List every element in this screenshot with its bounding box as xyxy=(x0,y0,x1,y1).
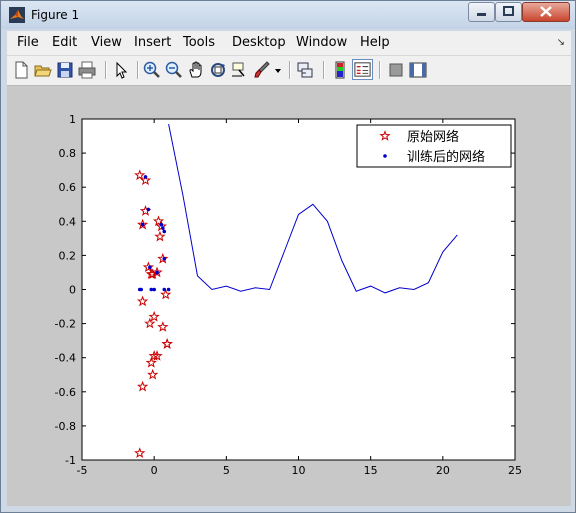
save-icon[interactable] xyxy=(55,60,75,80)
toolbar-separator xyxy=(379,61,381,79)
dock-arrow-icon[interactable]: ↘ xyxy=(557,37,565,48)
trained-network-point xyxy=(162,257,167,261)
print-icon[interactable] xyxy=(77,60,97,80)
y-tick-label: 1 xyxy=(69,113,76,126)
y-tick-label: -0.2 xyxy=(55,318,76,331)
y-tick-label: 0.2 xyxy=(59,249,77,262)
legend-marker xyxy=(383,154,387,158)
edit-plot-arrow-icon[interactable] xyxy=(111,60,131,80)
maximize-icon xyxy=(503,6,514,16)
trained-network-point xyxy=(155,270,159,275)
plot-axes xyxy=(81,118,516,461)
x-tick-label: -5 xyxy=(77,464,88,477)
menu-view[interactable]: View xyxy=(91,35,122,50)
y-tick-label: 0 xyxy=(69,284,76,297)
show-plot-tools-icon[interactable] xyxy=(408,60,428,80)
zoom-in-icon[interactable] xyxy=(142,60,162,80)
scatter-plot[interactable]: -5 0 5 10 15 20 25 -1 -0.8 -0.6 -0.4 -0.2 0 0.2 0.4 0.6… xyxy=(7,86,571,506)
x-tick-label: 5 xyxy=(223,464,230,477)
x-tick-label: 15 xyxy=(364,464,378,477)
new-figure-icon[interactable] xyxy=(11,60,31,80)
close-icon xyxy=(540,6,552,17)
x-tick-label: 10 xyxy=(292,464,306,477)
trained-network-point xyxy=(162,287,167,292)
insert-legend-icon[interactable] xyxy=(352,59,373,80)
toolbar-separator xyxy=(323,61,325,79)
figure-window: Figure 1 File Edit View Insert Tools Des… xyxy=(0,0,576,513)
menu-help[interactable]: Help xyxy=(360,35,390,50)
toolbar-separator xyxy=(289,61,291,79)
y-tick-label: -1 xyxy=(65,454,76,467)
figure-toolbar xyxy=(7,56,571,86)
menu-tools[interactable]: Tools xyxy=(183,35,215,50)
trained-network-point xyxy=(162,229,167,234)
y-tick-label: 0.4 xyxy=(59,215,77,228)
trained-network-point xyxy=(143,175,148,179)
zoom-out-icon[interactable] xyxy=(164,60,184,80)
open-file-icon[interactable] xyxy=(33,60,53,80)
menu-edit[interactable]: Edit xyxy=(52,35,77,50)
minimize-button[interactable] xyxy=(468,2,495,22)
figure-canvas[interactable]: -5 0 5 10 15 20 25 -1 -0.8 -0.6 -0.4 -0.2 0 0.2 0.4 0.6… xyxy=(7,86,571,506)
rotate-3d-icon[interactable] xyxy=(208,60,228,80)
pan-hand-icon[interactable] xyxy=(186,60,206,80)
minimize-icon xyxy=(477,13,486,16)
title-bar[interactable]: Figure 1 xyxy=(1,1,575,29)
y-tick-label: -0.6 xyxy=(55,386,76,399)
trained-network-point xyxy=(139,287,143,292)
matlab-logo-icon xyxy=(9,7,25,23)
hide-plot-tools-icon[interactable] xyxy=(386,60,406,80)
y-tick-label: -0.4 xyxy=(55,352,76,365)
toolbar-separator xyxy=(137,61,139,79)
menu-window[interactable]: Window xyxy=(296,35,347,50)
trained-network-point xyxy=(159,222,164,227)
y-tick-label: -0.8 xyxy=(55,420,76,433)
trained-network-point xyxy=(161,226,165,230)
menu-desktop[interactable]: Desktop xyxy=(232,35,286,50)
legend-label: 原始网络 xyxy=(407,129,459,145)
toolbar-separator xyxy=(105,61,107,79)
trained-network-point xyxy=(146,207,151,212)
y-tick-label: 0.6 xyxy=(59,181,77,194)
legend-label: 训练后的网络 xyxy=(407,149,485,165)
y-tick-label: 0.8 xyxy=(59,147,77,160)
insert-colorbar-icon[interactable] xyxy=(330,60,350,80)
x-tick-label: 25 xyxy=(508,464,522,477)
menu-insert[interactable]: Insert xyxy=(134,35,171,50)
x-tick-label: 20 xyxy=(436,464,450,477)
trained-network-point xyxy=(152,287,156,292)
trained-network-point xyxy=(148,265,152,270)
brush-dropdown-icon[interactable] xyxy=(272,60,284,80)
close-button[interactable] xyxy=(522,2,570,22)
menu-file[interactable]: File xyxy=(17,35,39,50)
data-cursor-icon[interactable] xyxy=(230,60,250,80)
x-tick-label: 0 xyxy=(151,464,158,477)
link-plot-icon[interactable] xyxy=(295,60,315,80)
menu-bar: File Edit View Insert Tools Desktop Wind… xyxy=(7,31,571,56)
trained-network-point xyxy=(140,222,145,227)
trained-network-point xyxy=(166,287,171,292)
window-title: Figure 1 xyxy=(31,8,80,22)
brush-icon[interactable] xyxy=(252,60,272,80)
maximize-button[interactable] xyxy=(495,2,522,22)
